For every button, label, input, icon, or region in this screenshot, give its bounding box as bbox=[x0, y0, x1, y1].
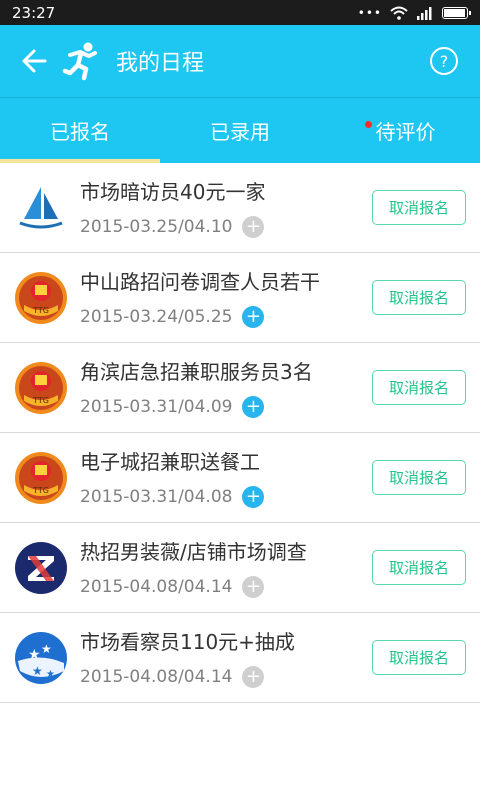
blue-stars-logo: ★ ★ ★ ★ bbox=[14, 631, 68, 685]
job-date: 2015-03.25/04.10 bbox=[80, 216, 233, 237]
date-line: 2015-04.08/04.14 + bbox=[80, 575, 372, 598]
svg-text:★: ★ bbox=[41, 642, 52, 656]
tab-label: 待评价 bbox=[375, 120, 436, 144]
svg-text:★: ★ bbox=[28, 647, 41, 663]
date-line: 2015-03.25/04.10 + bbox=[80, 215, 372, 238]
job-title: 热招男装薇/店铺市场调查 bbox=[80, 539, 307, 564]
add-icon[interactable]: + bbox=[242, 485, 265, 508]
date-line: 2015-03.31/04.08 + bbox=[80, 485, 372, 508]
page-title: 我的日程 bbox=[116, 51, 205, 76]
list-item-3[interactable]: TTG 电子城招兼职送餐工 2015-03.31/04.08 + 取消报名 bbox=[0, 433, 480, 523]
add-icon[interactable]: + bbox=[242, 395, 265, 418]
list-item-5[interactable]: ★ ★ ★ ★ 市场看察员110元+抽成 2015-04.08/04.14 + 取消报… bbox=[0, 613, 480, 703]
svg-text:★: ★ bbox=[32, 664, 43, 678]
svg-text:TTG: TTG bbox=[32, 486, 49, 495]
orange-badge-logo: TTG bbox=[14, 271, 68, 325]
job-title: 电子城招兼职送餐工 bbox=[80, 449, 260, 474]
job-title: 市场看察员110元+抽成 bbox=[80, 629, 295, 654]
item-info: 中山路招问卷调查人员若干 2015-03.24/05.25 + bbox=[80, 268, 372, 328]
job-date: 2015-03.24/05.25 bbox=[80, 306, 233, 327]
signal-icon bbox=[417, 6, 432, 20]
item-info: 电子城招兼职送餐工 2015-03.31/04.08 + bbox=[80, 448, 372, 508]
tab-label: 已录用 bbox=[210, 120, 270, 144]
job-date: 2015-03.31/04.08 bbox=[80, 486, 233, 507]
sailboat-logo bbox=[14, 181, 68, 235]
item-info: 市场暗访员40元一家 2015-03.25/04.10 + bbox=[80, 178, 372, 238]
add-icon[interactable]: + bbox=[242, 575, 265, 598]
cancel-registration-button[interactable]: 取消报名 bbox=[372, 550, 466, 585]
job-date: 2015-04.08/04.14 bbox=[80, 576, 233, 597]
cancel-registration-button[interactable]: 取消报名 bbox=[372, 190, 466, 225]
status-time: 23:27 bbox=[12, 3, 56, 22]
question-icon: ? bbox=[439, 51, 449, 71]
list-item-0[interactable]: 市场暗访员40元一家 2015-03.25/04.10 + 取消报名 bbox=[0, 163, 480, 253]
status-icons: ••• bbox=[357, 5, 471, 20]
date-line: 2015-03.24/05.25 + bbox=[80, 305, 372, 328]
cancel-registration-button[interactable]: 取消报名 bbox=[372, 640, 466, 675]
notification-dot bbox=[364, 121, 372, 128]
tab-label: 已报名 bbox=[50, 120, 110, 144]
tab-hired[interactable]: 已录用 bbox=[160, 98, 320, 163]
add-icon[interactable]: + bbox=[242, 665, 265, 688]
battery-icon bbox=[442, 6, 471, 19]
help-button[interactable]: ? bbox=[430, 47, 458, 75]
list-item-2[interactable]: TTG 角滨店急招兼职服务员3名 2015-03.31/04.09 + 取消报名 bbox=[0, 343, 480, 433]
arrow-left-icon bbox=[22, 49, 47, 73]
wifi-icon bbox=[390, 6, 408, 20]
more-dots-icon: ••• bbox=[357, 5, 382, 20]
svg-text:TTG: TTG bbox=[32, 396, 49, 405]
job-title: 角滨店急招兼职服务员3名 bbox=[80, 359, 313, 384]
svg-text:TTG: TTG bbox=[32, 306, 49, 315]
orange-badge-logo: TTG bbox=[14, 451, 68, 505]
tab-registered[interactable]: 已报名 bbox=[0, 98, 160, 163]
list-item-4[interactable]: 热招男装薇/店铺市场调查 2015-04.08/04.14 + 取消报名 bbox=[0, 523, 480, 613]
date-line: 2015-04.08/04.14 + bbox=[80, 665, 372, 688]
orange-badge-logo: TTG bbox=[14, 361, 68, 415]
cancel-registration-button[interactable]: 取消报名 bbox=[372, 370, 466, 405]
navy-z-logo bbox=[14, 541, 68, 595]
item-info: 角滨店急招兼职服务员3名 2015-03.31/04.09 + bbox=[80, 358, 372, 418]
add-icon[interactable]: + bbox=[242, 215, 265, 238]
date-line: 2015-03.31/04.09 + bbox=[80, 395, 372, 418]
job-title: 中山路招问卷调查人员若干 bbox=[80, 269, 320, 294]
add-icon[interactable]: + bbox=[242, 305, 265, 328]
cancel-registration-button[interactable]: 取消报名 bbox=[372, 460, 466, 495]
item-info: 市场看察员110元+抽成 2015-04.08/04.14 + bbox=[80, 628, 372, 688]
tab-to-review[interactable]: 待评价 bbox=[320, 98, 480, 163]
app-bar: 我的日程 ? bbox=[0, 25, 480, 97]
list-item-1[interactable]: TTG 中山路招问卷调查人员若干 2015-03.24/05.25 + 取消报名 bbox=[0, 253, 480, 343]
tab-bar: 已报名 已录用 待评价 bbox=[0, 97, 480, 163]
job-date: 2015-04.08/04.14 bbox=[80, 666, 233, 687]
schedule-list: 市场暗访员40元一家 2015-03.25/04.10 + 取消报名 TTG 中… bbox=[0, 163, 480, 703]
cancel-registration-button[interactable]: 取消报名 bbox=[372, 280, 466, 315]
job-title: 市场暗访员40元一家 bbox=[80, 179, 266, 204]
job-date: 2015-03.31/04.09 bbox=[80, 396, 233, 417]
svg-text:★: ★ bbox=[46, 669, 55, 680]
runner-icon bbox=[60, 39, 104, 83]
status-bar: 23:27 ••• bbox=[0, 0, 480, 25]
item-info: 热招男装薇/店铺市场调查 2015-04.08/04.14 + bbox=[80, 538, 372, 598]
back-button[interactable] bbox=[14, 41, 54, 81]
